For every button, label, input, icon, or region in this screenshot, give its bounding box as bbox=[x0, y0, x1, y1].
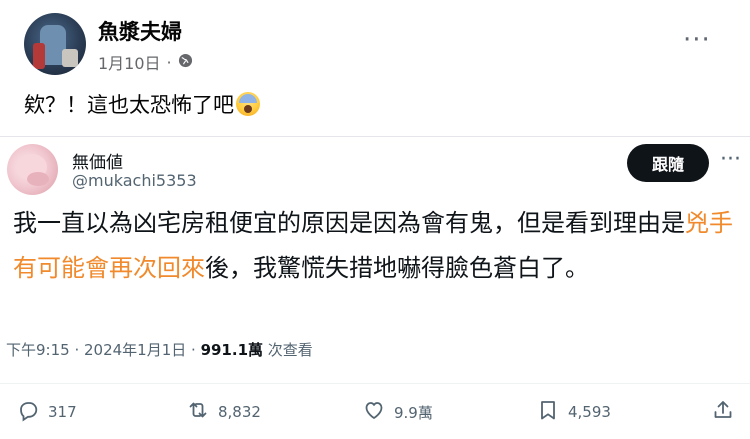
tweet-text-part: 我一直以為凶宅房租便宜的原因是因為會有鬼，但是看到理由是 bbox=[13, 209, 685, 237]
reply-icon bbox=[16, 398, 40, 426]
facebook-post: 魚漿夫婦 1月10日 · ··· 欸？！這也太恐怖了吧 bbox=[0, 0, 750, 136]
tweet-meta: 下午9:15 · 2024年1月1日 · 991.1萬 次查看 bbox=[6, 339, 313, 360]
post-meta: 1月10日 · bbox=[98, 50, 193, 74]
heart-icon bbox=[362, 398, 386, 426]
retweet-count: 8,832 bbox=[218, 403, 261, 421]
like-count: 9.9萬 bbox=[394, 403, 433, 422]
bookmark-icon bbox=[536, 398, 560, 426]
divider bbox=[0, 383, 750, 384]
fearful-face-emoji-icon bbox=[236, 92, 260, 116]
share-button[interactable] bbox=[711, 398, 735, 426]
share-icon bbox=[711, 398, 735, 426]
tweet-text: 我一直以為凶宅房租便宜的原因是因為會有鬼，但是看到理由是兇手有可能會再次回來後，… bbox=[13, 201, 738, 291]
author-avatar[interactable] bbox=[24, 13, 86, 75]
reply-count: 317 bbox=[48, 403, 77, 421]
post-text-body: 欸？！這也太恐怖了吧 bbox=[24, 93, 234, 117]
more-options-icon[interactable]: ··· bbox=[683, 27, 711, 53]
globe-icon bbox=[178, 53, 193, 72]
tweet-timestamp[interactable]: 下午9:15 · 2024年1月1日 · bbox=[6, 341, 201, 359]
tweet-text-part: 後，我驚慌失措地嚇得臉色蒼白了。 bbox=[205, 254, 589, 282]
bookmark-count: 4,593 bbox=[568, 403, 611, 421]
post-text: 欸？！這也太恐怖了吧 bbox=[24, 89, 260, 119]
retweet-button[interactable]: 8,832 bbox=[186, 398, 261, 426]
follow-button[interactable]: 跟隨 bbox=[627, 144, 709, 182]
tweet-more-options-icon[interactable]: ··· bbox=[720, 149, 741, 171]
avatar-shape bbox=[27, 172, 49, 186]
tweet-actions: 317 8,832 9.9萬 4,593 bbox=[0, 398, 750, 432]
tweet-handle[interactable]: @mukachi5353 bbox=[72, 171, 197, 190]
divider bbox=[0, 136, 750, 137]
reply-button[interactable]: 317 bbox=[16, 398, 77, 426]
tweet-author-avatar[interactable] bbox=[7, 144, 58, 195]
meta-separator: · bbox=[166, 52, 172, 72]
tweet-display-name[interactable]: 無価値 bbox=[72, 148, 123, 173]
tweet-views-count: 991.1萬 bbox=[200, 341, 264, 359]
like-button[interactable]: 9.9萬 bbox=[362, 398, 433, 426]
bookmark-button[interactable]: 4,593 bbox=[536, 398, 611, 426]
author-name[interactable]: 魚漿夫婦 bbox=[98, 16, 182, 46]
tweet-views-label: 次查看 bbox=[263, 341, 313, 359]
avatar-object bbox=[62, 49, 78, 67]
avatar-accent bbox=[33, 43, 45, 69]
post-date[interactable]: 1月10日 bbox=[98, 50, 161, 74]
retweet-icon bbox=[186, 398, 210, 426]
